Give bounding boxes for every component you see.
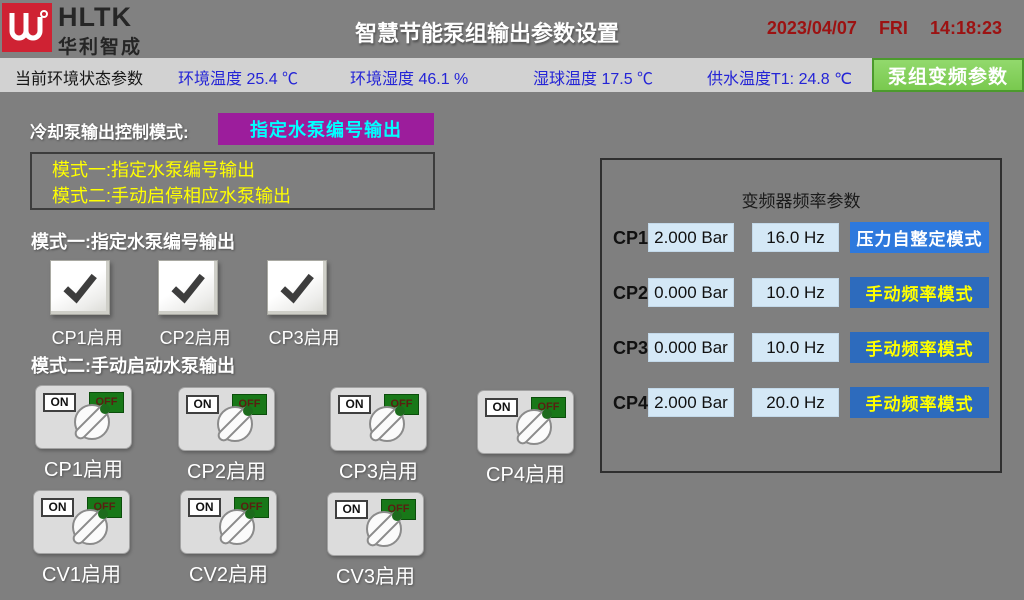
status-metric-env-temperature: 环境温度 25.4 ℃ (178, 65, 298, 89)
pressure-field[interactable]: 0.000 Bar (648, 278, 734, 307)
switch-label: CP3启用 (330, 455, 427, 484)
frequency-field[interactable]: 16.0 Hz (752, 223, 839, 252)
vfd-pump-label: CP2 (613, 283, 648, 304)
date-text: 2023/04/07 (767, 18, 857, 39)
status-bar-label: 当前环境状态参数 (15, 65, 143, 89)
rotary-knob-icon[interactable] (361, 504, 407, 550)
datetime: 2023/04/07 FRI 14:18:23 (767, 18, 1002, 39)
checkbox-label: CP3启用 (269, 324, 340, 350)
frequency-field[interactable]: 10.0 Hz (752, 333, 839, 362)
checkmark-icon (165, 267, 211, 309)
vfd-row: CP3 0.000 Bar 10.0 Hz 手动频率模式 (602, 333, 1000, 364)
vfd-mode-button[interactable]: 压力自整定模式 (850, 222, 989, 253)
rotary-knob-icon[interactable] (214, 502, 260, 548)
switch-body: ON OFF (178, 387, 275, 451)
mode1-heading: 模式一:指定水泵编号输出 (31, 228, 235, 254)
status-metric-wetbulb-temperature: 湿球温度 17.5 ℃ (533, 65, 653, 89)
pump-enable-checkbox[interactable]: CP2启用 (158, 260, 218, 315)
vfd-row: CP2 0.000 Bar 10.0 Hz 手动频率模式 (602, 278, 1000, 309)
switch-body: ON OFF (330, 387, 427, 451)
switch-body: ON OFF (327, 492, 424, 556)
vfd-row: CP1 2.000 Bar 16.0 Hz 压力自整定模式 (602, 223, 1000, 254)
switch-label: CP4启用 (477, 458, 574, 487)
switch-label: CV1启用 (33, 558, 130, 587)
frequency-field[interactable]: 20.0 Hz (752, 388, 839, 417)
rotary-knob-icon[interactable] (212, 399, 258, 445)
company-logo-icon (2, 3, 52, 52)
pressure-field[interactable]: 2.000 Bar (648, 388, 734, 417)
pump-manual-switch[interactable]: ON OFF CV2启用 (180, 490, 277, 554)
switch-label: CV2启用 (180, 558, 277, 587)
vfd-pump-label: CP3 (613, 338, 648, 359)
frequency-field[interactable]: 10.0 Hz (752, 278, 839, 307)
pump-vfd-params-button[interactable]: 泵组变频参数 (872, 58, 1024, 92)
pump-manual-switch[interactable]: ON OFF CV3启用 (327, 492, 424, 556)
checkbox-button[interactable] (158, 260, 218, 315)
switch-label: CP1启用 (35, 453, 132, 482)
weekday-text: FRI (879, 18, 908, 39)
switch-body: ON OFF (35, 385, 132, 449)
pump-manual-switch[interactable]: ON OFF CP3启用 (330, 387, 427, 451)
status-metric-env-humidity: 环境湿度 46.1 % (350, 65, 468, 89)
rotary-knob-icon[interactable] (511, 402, 557, 448)
status-metric-supply-temperature: 供水温度T1: 24.8 ℃ (707, 65, 852, 89)
checkbox-button[interactable] (50, 260, 110, 315)
vfd-frequency-panel: 变频器频率参数 CP1 2.000 Bar 16.0 Hz 压力自整定模式 CP… (600, 158, 1002, 473)
hmi-screen: HLTK 华利智成 智慧节能泵组输出参数设置 2023/04/07 FRI 14… (0, 0, 1024, 600)
header: HLTK 华利智成 智慧节能泵组输出参数设置 2023/04/07 FRI 14… (0, 0, 1024, 58)
pump-manual-switch[interactable]: ON OFF CP1启用 (35, 385, 132, 449)
control-mode-selector-button[interactable]: 指定水泵编号输出 (218, 113, 434, 145)
vfd-mode-button[interactable]: 手动频率模式 (850, 387, 989, 418)
pump-enable-checkbox[interactable]: CP1启用 (50, 260, 110, 315)
brand-name: HLTK (58, 2, 132, 33)
checkbox-label: CP2启用 (160, 324, 231, 350)
brand-name-cn: 华利智成 (58, 32, 142, 59)
vfd-pump-label: CP4 (613, 393, 648, 414)
switch-label: CP2启用 (178, 455, 275, 484)
vfd-panel-title: 变频器频率参数 (602, 187, 1000, 212)
pump-manual-switch[interactable]: ON OFF CP2启用 (178, 387, 275, 451)
pump-manual-switch[interactable]: ON OFF CP4启用 (477, 390, 574, 454)
rotary-knob-icon[interactable] (364, 399, 410, 445)
vfd-mode-button[interactable]: 手动频率模式 (850, 332, 989, 363)
vfd-pump-label: CP1 (613, 228, 648, 249)
checkbox-button[interactable] (267, 260, 327, 315)
mode-description-1: 模式一:指定水泵编号输出 (52, 157, 433, 183)
pressure-field[interactable]: 0.000 Bar (648, 333, 734, 362)
vfd-row: CP4 2.000 Bar 20.0 Hz 手动频率模式 (602, 388, 1000, 419)
switch-body: ON OFF (33, 490, 130, 554)
pump-enable-checkbox[interactable]: CP3启用 (267, 260, 327, 315)
time-text: 14:18:23 (930, 18, 1002, 39)
rotary-knob-icon[interactable] (69, 397, 115, 443)
switch-body: ON OFF (180, 490, 277, 554)
control-mode-label: 冷却泵输出控制模式: (30, 118, 189, 143)
rotary-knob-icon[interactable] (67, 502, 113, 548)
checkmark-icon (57, 267, 103, 309)
checkmark-icon (274, 267, 320, 309)
mode-description-box: 模式一:指定水泵编号输出 模式二:手动启停相应水泵输出 (30, 152, 435, 210)
checkbox-label: CP1启用 (52, 324, 123, 350)
pressure-field[interactable]: 2.000 Bar (648, 223, 734, 252)
switch-label: CV3启用 (327, 560, 424, 589)
mode-description-2: 模式二:手动启停相应水泵输出 (52, 183, 433, 209)
switch-body: ON OFF (477, 390, 574, 454)
status-bar: 当前环境状态参数 泵组变频参数 环境温度 25.4 ℃ 环境湿度 46.1 % 湿球… (0, 58, 1024, 92)
pump-manual-switch[interactable]: ON OFF CV1启用 (33, 490, 130, 554)
mode2-heading: 模式二:手动启动水泵输出 (31, 352, 235, 378)
vfd-mode-button[interactable]: 手动频率模式 (850, 277, 989, 308)
page-title: 智慧节能泵组输出参数设置 (302, 16, 672, 48)
